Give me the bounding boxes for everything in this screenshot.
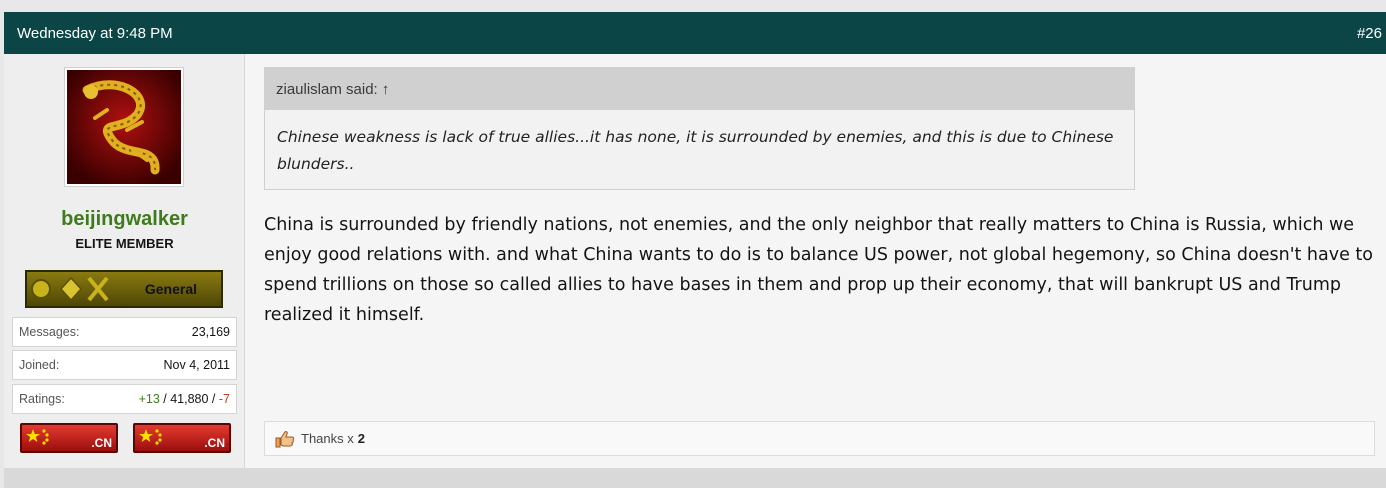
thumbs-up-icon [275, 430, 295, 448]
stat-joined: Joined: Nov 4, 2011 [12, 350, 237, 380]
china-flag-icon [26, 429, 49, 445]
stat-value: 23,169 [191, 325, 230, 339]
dragon-avatar-image [67, 70, 181, 184]
post-number-link[interactable]: #26 [1357, 25, 1382, 42]
post-container: Wednesday at 9:48 PM #26 beijingwalker E… [4, 12, 1386, 488]
flag-tld: .CN [91, 436, 112, 450]
ratings-separator: / [159, 392, 171, 406]
reactions-count[interactable]: 2 [358, 431, 365, 446]
rank-banner: General [25, 270, 223, 308]
stat-label: Messages: [19, 325, 80, 339]
china-flag-icon [139, 429, 162, 445]
ratings-negative: -7 [218, 392, 230, 406]
ratings-separator: / [208, 392, 219, 406]
rank-insignia-icon [31, 276, 109, 302]
quote-block: ziaulislam said: ↑ Chinese weakness is l… [264, 67, 1135, 190]
country-flag-badge: .CN [20, 423, 118, 453]
user-title: ELITE MEMBER [75, 236, 174, 251]
reactions-bar: Thanks x 2 [264, 421, 1375, 456]
stat-value: Nov 4, 2011 [163, 358, 230, 372]
flag-tld: .CN [204, 436, 225, 450]
reactions-label[interactable]: Thanks x [301, 431, 354, 446]
rank-label: General [144, 281, 197, 297]
stat-label: Joined: [19, 358, 60, 372]
stat-ratings: Ratings: +13 / 41,880 / -7 [12, 384, 237, 414]
stat-label: Ratings: [19, 392, 65, 406]
post-timestamp-link[interactable]: Wednesday at 9:48 PM [17, 25, 173, 42]
ratings-positive: +13 [138, 392, 160, 406]
quote-attribution-link[interactable]: ziaulislam said: ↑ [265, 68, 1134, 110]
user-sidebar: beijingwalker ELITE MEMBER General Messa… [4, 54, 245, 468]
username-link[interactable]: beijingwalker [4, 208, 245, 231]
post-header: Wednesday at 9:48 PM #26 [4, 12, 1386, 54]
avatar[interactable] [64, 67, 184, 187]
stat-messages: Messages: 23,169 [12, 317, 237, 347]
post-footer-bar [4, 468, 1386, 488]
quote-text: Chinese weakness is lack of true allies.… [277, 128, 1114, 173]
ratings-values: +13 / 41,880 / -7 [139, 392, 230, 406]
country-flag-badge: .CN [133, 423, 231, 453]
message-body: China is surrounded by friendly nations,… [264, 215, 1374, 325]
ratings-neutral: 41,880 [170, 392, 209, 406]
